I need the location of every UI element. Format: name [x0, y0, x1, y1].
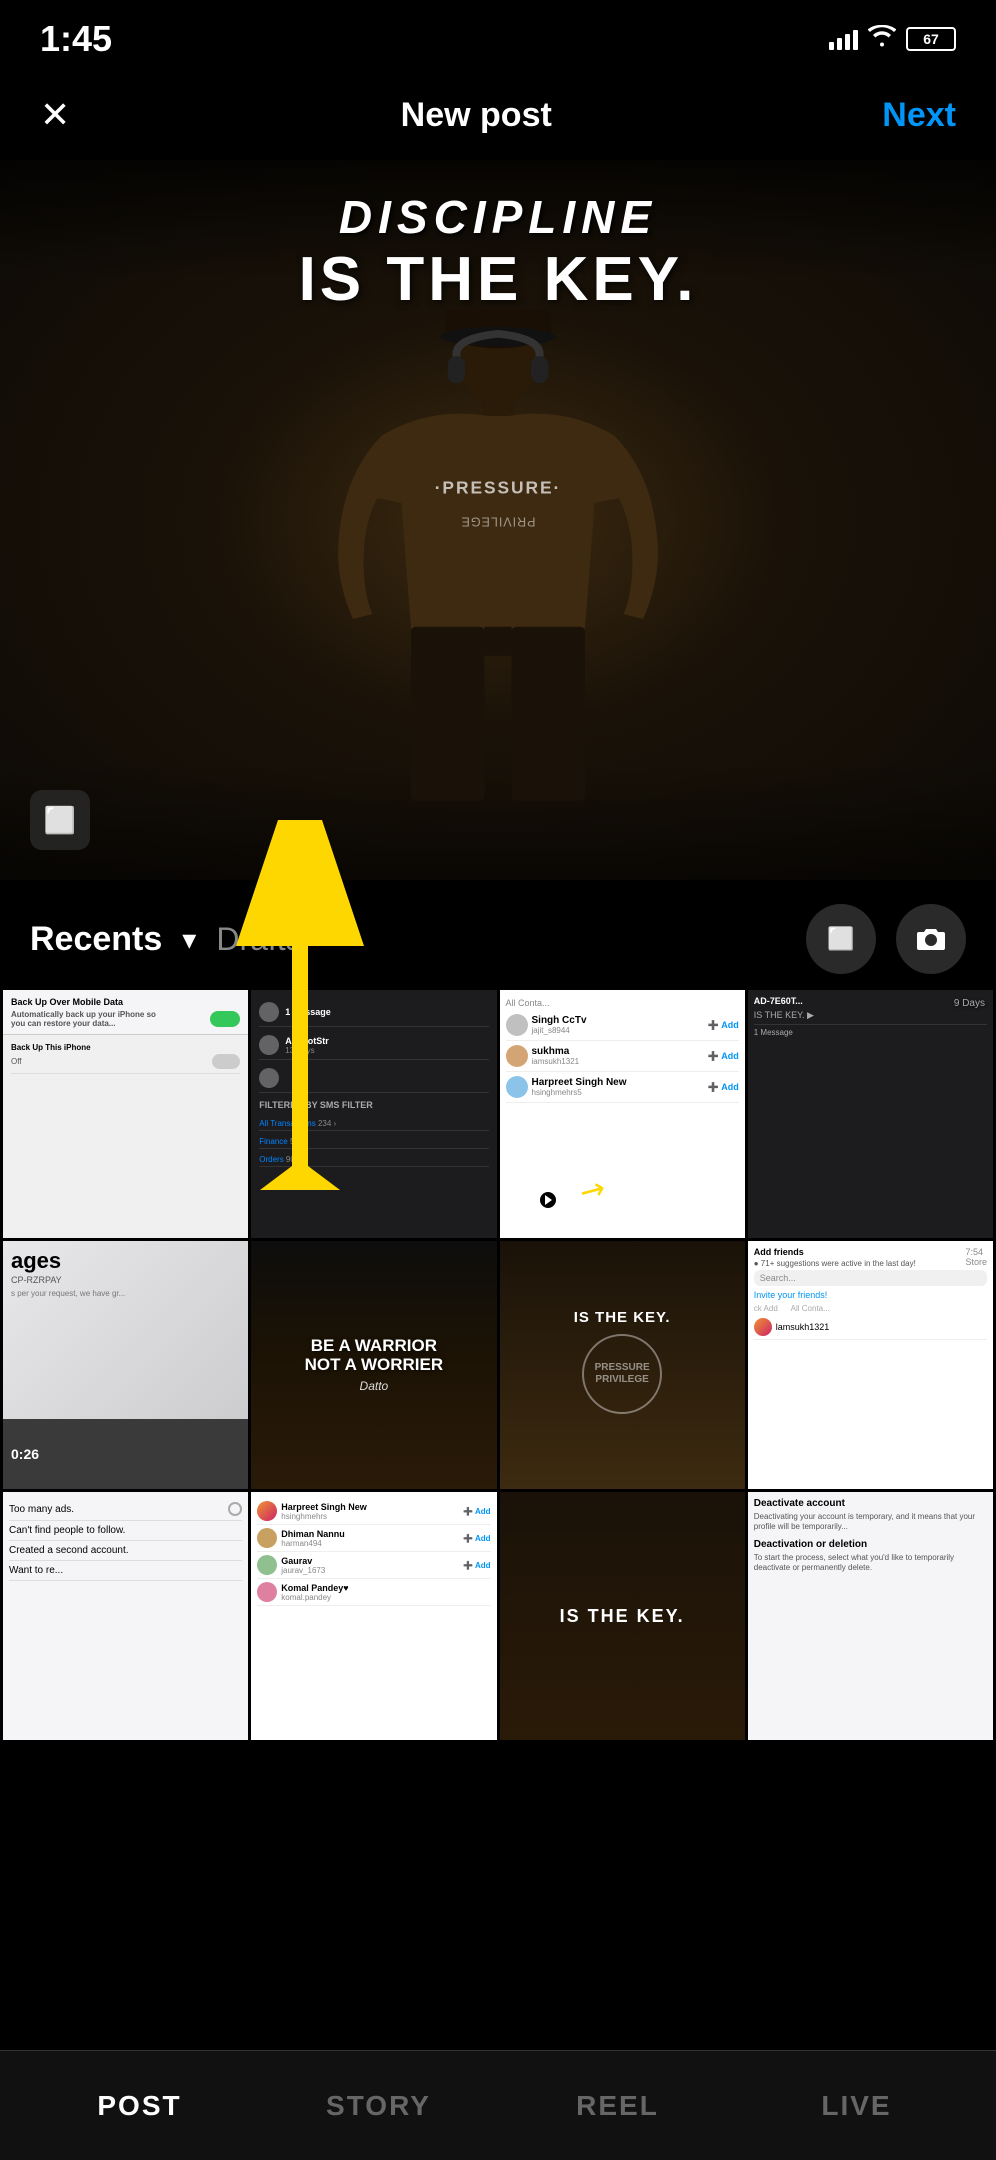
status-time: 1:45 [40, 18, 112, 60]
image-text-overlay: DISCIPLINE IS THE KEY. [299, 190, 698, 315]
thumb-1-header: Back Up Over Mobile Data Automatically b… [3, 990, 248, 1035]
thumb-4-content: AD-7E60T... IS THE KEY. ▶ 1 Message [748, 990, 993, 1238]
signal-icon [829, 28, 858, 50]
page-title: New post [401, 96, 552, 135]
tab-reel-label: REEL [576, 2090, 659, 2122]
thumbnail-4[interactable]: AD-7E60T... IS THE KEY. ▶ 1 Message 9 Da… [748, 990, 993, 1238]
bottom-tab-bar: POST STORY REEL LIVE [0, 2050, 996, 2160]
tab-post-label: POST [97, 2090, 181, 2122]
thumbnail-3[interactable]: All Conta... Singh CcTv jajit_s8944 ➕ Ad… [500, 990, 745, 1238]
thumbnail-11[interactable]: IS THE KEY. [500, 1492, 745, 1740]
svg-text:PRIVILEGE: PRIVILEGE [461, 515, 536, 529]
thumb-8-content: Add friends ● 71+ suggestions were activ… [748, 1241, 993, 1489]
thumb-3-content: All Conta... Singh CcTv jajit_s8944 ➕ Ad… [500, 990, 745, 1238]
tab-live-label: LIVE [821, 2090, 891, 2122]
recents-title[interactable]: Recents [30, 920, 162, 959]
thumb-10-content: Harpreet Singh New hsinghmehrs ➕ Add Dhi… [251, 1492, 496, 1740]
chevron-down-icon[interactable]: ▾ [182, 923, 196, 956]
warrior-thumb-content: BE A WARRIORNOT A WORRIER Datto [251, 1241, 496, 1489]
thumbnail-8[interactable]: Add friends ● 71+ suggestions were activ… [748, 1241, 993, 1489]
warrior-text: BE A WARRIORNOT A WORRIER [305, 1337, 444, 1374]
battery-icon: 67 [906, 27, 956, 51]
recents-bar: Recents ▾ Drafts ⬜ [0, 880, 996, 990]
multiple-select-icon: ⬜ [827, 926, 854, 952]
toggle-switch[interactable] [210, 1011, 240, 1027]
thumbnail-6[interactable]: BE A WARRIORNOT A WORRIER Datto [251, 1241, 496, 1489]
tab-reel[interactable]: REEL [498, 2051, 737, 2160]
thumb-2-content: 1 Message AD-HotStr 13 Days FILTE [251, 990, 496, 1238]
thumb-1-body: Back Up This iPhone Off [3, 1035, 248, 1238]
timestamp-badge: 9 Days [954, 998, 985, 1009]
warrior-sub: Datto [360, 1379, 389, 1393]
recents-right: ⬜ [806, 904, 966, 974]
camera-button[interactable] [896, 904, 966, 974]
thumbnails-grid: Back Up Over Mobile Data Automatically b… [0, 990, 996, 1740]
thumb-1-content: Back Up Over Mobile Data Automatically b… [3, 990, 248, 1238]
image-discipline-text: DISCIPLINE [299, 190, 698, 244]
drafts-tab[interactable]: Drafts [216, 921, 301, 958]
thumbnail-9[interactable]: Too many ads. Can't find people to follo… [3, 1492, 248, 1740]
tab-story[interactable]: STORY [259, 2051, 498, 2160]
pressure-thumb-content: IS THE KEY. PRESSUREPRIVILEGE [500, 1241, 745, 1489]
thumb-9-content: Too many ads. Can't find people to follo… [3, 1492, 248, 1740]
thumbnail-10[interactable]: Harpreet Singh New hsinghmehrs ➕ Add Dhi… [251, 1492, 496, 1740]
status-icons: 67 [829, 25, 956, 53]
camera-icon [916, 926, 946, 952]
close-button[interactable]: ✕ [40, 94, 70, 136]
header: ✕ New post Next [0, 70, 996, 160]
tab-live[interactable]: LIVE [737, 2051, 976, 2160]
next-button[interactable]: Next [882, 96, 956, 135]
thumbnail-2[interactable]: 1 Message AD-HotStr 13 Days FILTE [251, 990, 496, 1238]
thumbnail-1[interactable]: Back Up Over Mobile Data Automatically b… [3, 990, 248, 1238]
thumb-12-content: Deactivate account Deactivating your acc… [748, 1492, 993, 1740]
expand-icon: ⬜ [44, 805, 76, 836]
wifi-icon [868, 25, 896, 53]
tab-story-label: STORY [326, 2090, 431, 2122]
person-silhouette: ·PRESSURE· PRIVILEGE [278, 300, 718, 880]
expand-button[interactable]: ⬜ [30, 790, 90, 850]
thumbnail-7[interactable]: IS THE KEY. PRESSUREPRIVILEGE [500, 1241, 745, 1489]
thumb-11-content: IS THE KEY. [500, 1492, 745, 1740]
thumbnail-12[interactable]: Deactivate account Deactivating your acc… [748, 1492, 993, 1740]
thumbnail-5[interactable]: ages CP-RZRPAY s per your request, we ha… [3, 1241, 248, 1489]
svg-text:·PRESSURE·: ·PRESSURE· [435, 477, 562, 497]
status-bar: 1:45 67 [0, 0, 996, 70]
image-preview: DISCIPLINE IS THE KEY. ·PRESSURE· PRIVIL… [0, 160, 996, 880]
multiple-select-button[interactable]: ⬜ [806, 904, 876, 974]
recents-left: Recents ▾ Drafts [30, 920, 302, 959]
tab-post[interactable]: POST [20, 2051, 259, 2160]
